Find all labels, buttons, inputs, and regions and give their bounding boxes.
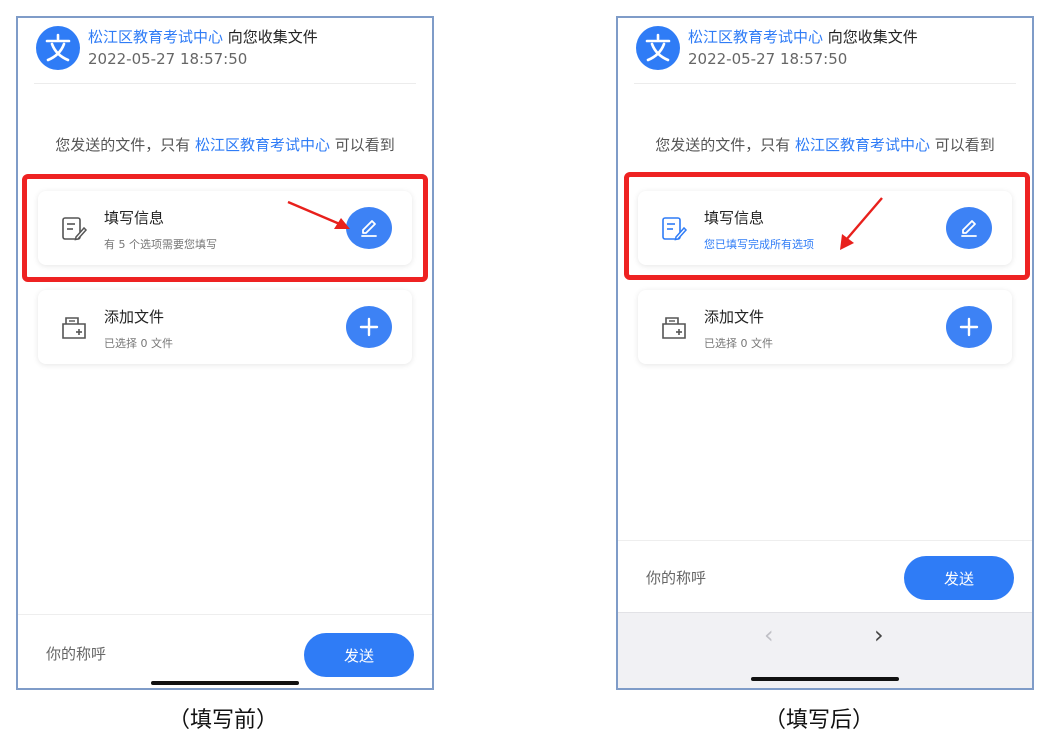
- header-divider: [34, 83, 416, 84]
- home-indicator: [751, 677, 899, 681]
- forward-arrow-icon[interactable]: ›: [874, 623, 884, 647]
- org-link[interactable]: 松江区教育考试中心: [195, 136, 330, 154]
- plus-icon: [359, 317, 379, 337]
- send-button[interactable]: 发送: [304, 633, 414, 677]
- folder-add-icon: [62, 317, 86, 339]
- caption-after: （填写后）: [764, 708, 875, 733]
- back-arrow-icon[interactable]: ‹: [764, 623, 774, 647]
- org-link[interactable]: 松江区教育考试中心: [688, 28, 823, 46]
- annotation-arrow: [287, 200, 350, 229]
- annotation-arrow: [840, 197, 883, 250]
- bottom-bar: 你的称呼 发送: [618, 540, 1032, 613]
- browser-nav-bar: ‹ ›: [618, 612, 1032, 688]
- add-file-title: 添加文件: [704, 308, 765, 326]
- highlight-box: [624, 172, 1030, 280]
- org-link[interactable]: 松江区教育考试中心: [795, 136, 930, 154]
- add-file-subtitle: 已选择 0 文件: [704, 337, 773, 350]
- header-title: 松江区教育考试中心 向您收集文件: [688, 28, 918, 46]
- header-title: 松江区教育考试中心 向您收集文件: [88, 28, 318, 46]
- add-file-button[interactable]: [346, 306, 392, 348]
- folder-add-icon: [662, 317, 686, 339]
- org-link[interactable]: 松江区教育考试中心: [88, 28, 223, 46]
- visibility-notice: 您发送的文件，只有 松江区教育考试中心 可以看到: [655, 136, 995, 154]
- translate-wen-icon: [636, 26, 680, 70]
- header-timestamp: 2022-05-27 18:57:50: [688, 50, 848, 68]
- header-divider: [634, 83, 1016, 84]
- phone-before: 松江区教育考试中心 向您收集文件 2022-05-27 18:57:50 您发送…: [16, 16, 434, 690]
- send-button[interactable]: 发送: [904, 556, 1014, 600]
- add-file-title: 添加文件: [104, 308, 165, 326]
- plus-icon: [959, 317, 979, 337]
- header: 松江区教育考试中心 向您收集文件 2022-05-27 18:57:50: [618, 18, 1032, 84]
- home-indicator: [151, 681, 299, 685]
- visibility-notice: 您发送的文件，只有 松江区教育考试中心 可以看到: [55, 136, 395, 154]
- header-timestamp: 2022-05-27 18:57:50: [88, 50, 248, 68]
- header: 松江区教育考试中心 向您收集文件 2022-05-27 18:57:50: [18, 18, 432, 84]
- add-file-subtitle: 已选择 0 文件: [104, 337, 173, 350]
- add-file-card[interactable]: 添加文件 已选择 0 文件: [638, 290, 1012, 364]
- nickname-input[interactable]: 你的称呼: [646, 567, 706, 588]
- translate-wen-icon: [36, 26, 80, 70]
- add-file-button[interactable]: [946, 306, 992, 348]
- add-file-card[interactable]: 添加文件 已选择 0 文件: [38, 290, 412, 364]
- phone-after: 松江区教育考试中心 向您收集文件 2022-05-27 18:57:50 您发送…: [616, 16, 1034, 690]
- nickname-input[interactable]: 你的称呼: [46, 643, 106, 664]
- caption-before: （填写前）: [168, 708, 279, 733]
- bottom-bar: 你的称呼 发送: [18, 614, 432, 688]
- highlight-box: [22, 174, 428, 282]
